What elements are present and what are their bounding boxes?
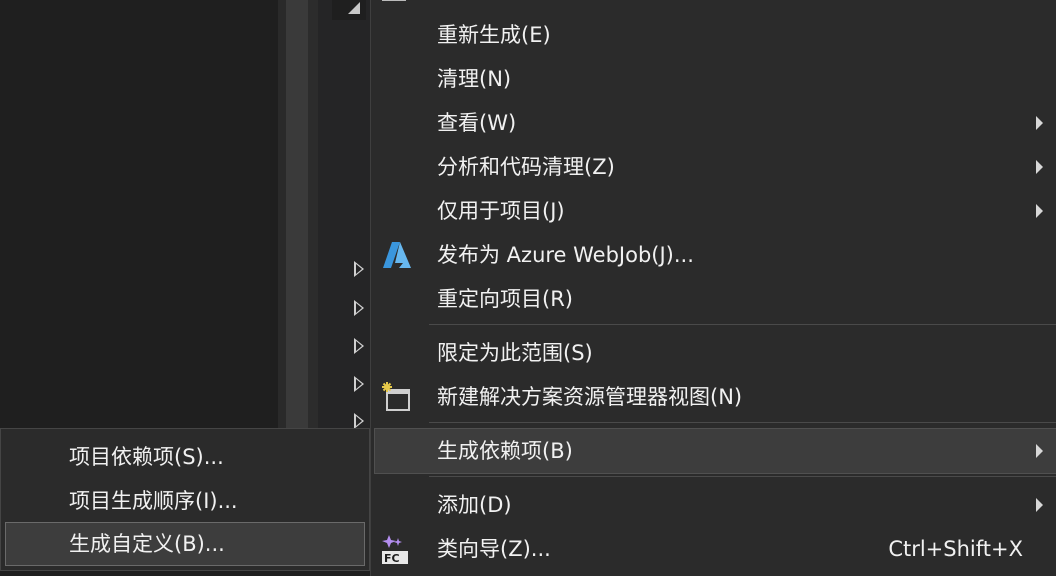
- menu-item-project-only[interactable]: 仅用于项目(J): [371, 189, 1056, 233]
- submenu-item-label: 项目生成顺序(I)...: [69, 489, 238, 513]
- menu-item-label: 限定为此范围(S): [437, 341, 593, 365]
- menu-item-rebuild[interactable]: 重新生成(E): [371, 13, 1056, 57]
- menu-item-shortcut: Ctrl+Shift+X: [888, 537, 1023, 561]
- menu-item-label: 重新生成(E): [437, 23, 551, 47]
- submenu-arrow-icon: [1036, 444, 1043, 458]
- azure-icon: [381, 239, 413, 271]
- menu-separator: [429, 324, 1056, 325]
- tree-expand-icon[interactable]: [354, 338, 364, 354]
- svg-text:FC: FC: [384, 552, 400, 565]
- menu-item-partial[interactable]: [371, 0, 1056, 8]
- menu-item-label: 查看(W): [437, 111, 517, 135]
- menu-item-build-dependencies[interactable]: 生成依赖项(B): [374, 428, 1056, 474]
- menu-separator: [429, 476, 1056, 477]
- menu-item-label: 添加(D): [437, 493, 512, 517]
- submenu-arrow-icon: [1036, 204, 1043, 218]
- menu-item-label: 仅用于项目(J): [437, 199, 565, 223]
- submenu-arrow-icon: [1036, 498, 1043, 512]
- submenu-arrow-icon: [1036, 160, 1043, 174]
- menu-item-add[interactable]: 添加(D): [371, 483, 1056, 527]
- menu-item-view[interactable]: 查看(W): [371, 101, 1056, 145]
- class-wizard-icon: FC: [381, 533, 413, 565]
- collapse-corner-icon[interactable]: [348, 2, 360, 14]
- menu-item-publish-azure[interactable]: 发布为 Azure WebJob(J)...: [371, 233, 1056, 277]
- menu-item-class-wizard[interactable]: FC 类向导(Z)... Ctrl+Shift+X: [371, 527, 1056, 571]
- tree-expand-icon[interactable]: [354, 261, 364, 277]
- menu-item-analyze[interactable]: 分析和代码清理(Z): [371, 145, 1056, 189]
- submenu-item-build-customizations[interactable]: 生成自定义(B)...: [5, 522, 365, 566]
- menu-item-retarget[interactable]: 重定向项目(R): [371, 277, 1056, 321]
- context-menu: 重新生成(E) 清理(N) 查看(W) 分析和代码清理(Z) 仅用于项目(J) …: [370, 0, 1056, 576]
- menu-item-new-view[interactable]: 新建解决方案资源管理器视图(N): [371, 375, 1056, 419]
- tree-expand-icon[interactable]: [354, 300, 364, 316]
- submenu-item-build-order[interactable]: 项目生成顺序(I)...: [5, 479, 365, 523]
- build-icon: [381, 0, 413, 2]
- build-dependencies-submenu: 项目依赖项(S)... 项目生成顺序(I)... 生成自定义(B)...: [0, 428, 370, 571]
- submenu-item-label: 项目依赖项(S)...: [69, 445, 224, 469]
- submenu-arrow-icon: [1036, 116, 1043, 130]
- menu-item-label: 类向导(Z)...: [437, 537, 551, 561]
- menu-separator: [429, 422, 1056, 423]
- menu-item-label: 重定向项目(R): [437, 287, 573, 311]
- menu-item-clean[interactable]: 清理(N): [371, 57, 1056, 101]
- submenu-item-project-dependencies[interactable]: 项目依赖项(S)...: [5, 435, 365, 479]
- tree-corner: [332, 0, 366, 20]
- menu-item-label: 发布为 Azure WebJob(J)...: [437, 243, 694, 267]
- menu-item-label: 清理(N): [437, 67, 512, 91]
- menu-item-label: 新建解决方案资源管理器视图(N): [437, 385, 743, 409]
- new-view-icon: [381, 381, 413, 413]
- menu-item-label: 生成依赖项(B): [437, 439, 573, 463]
- submenu-item-label: 生成自定义(B)...: [69, 532, 225, 556]
- tree-expand-icon[interactable]: [354, 376, 364, 392]
- tree-expand-icon[interactable]: [354, 413, 364, 429]
- menu-item-scope[interactable]: 限定为此范围(S): [371, 331, 1056, 375]
- menu-item-label: 分析和代码清理(Z): [437, 155, 615, 179]
